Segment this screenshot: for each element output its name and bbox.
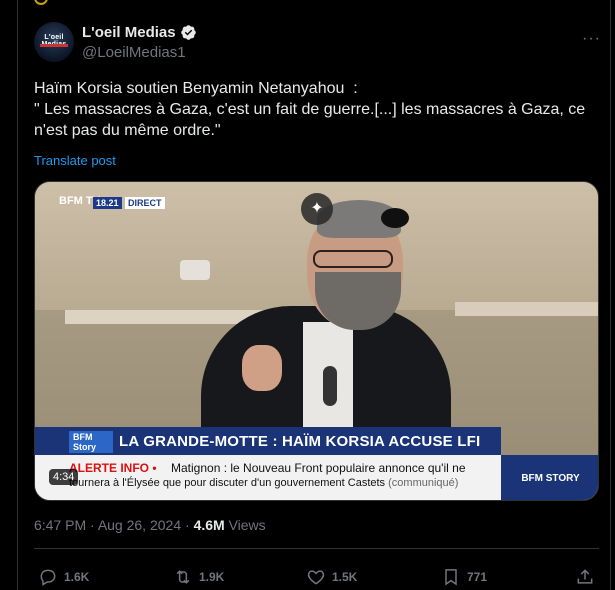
bookmark-count: 771 — [467, 570, 488, 584]
ticker-note: (communiqué) — [388, 477, 459, 489]
like-count: 1.5K — [332, 570, 358, 584]
post-text: Haïm Korsia soutien Benyamin Netanyahou … — [34, 78, 599, 141]
like-icon — [307, 570, 325, 585]
alert-label: ALERTE INFO • — [69, 461, 157, 475]
broadcast-time: 18.21 — [93, 197, 122, 209]
more-icon[interactable]: ··· — [582, 30, 601, 48]
live-badge: DIRECT — [125, 197, 165, 209]
verified-badge-icon — [180, 25, 196, 40]
avatar-logo-bar — [40, 44, 68, 47]
author-handle[interactable]: @LoeilMedias1 — [82, 44, 186, 61]
author-name-row[interactable]: L'oeil Medias — [82, 24, 197, 41]
reply-button[interactable]: 1.6K — [38, 567, 89, 587]
views-count: 4.6M — [193, 517, 225, 533]
speaker-hand — [242, 345, 282, 391]
meta-separator-2: · — [181, 517, 194, 533]
post-meta: 6:47 PM · Aug 26, 2024 · 4.6M Views — [34, 517, 266, 533]
microphone — [323, 366, 337, 406]
ticker-line-2: tournera à l'Élysée que pour discuter d'… — [69, 477, 458, 489]
video-security-camera — [180, 260, 210, 280]
alert-label-text: ALERTE INFO — [69, 461, 149, 475]
repost-button[interactable]: 1.9K — [173, 567, 224, 587]
reply-icon — [40, 569, 56, 586]
lower-third-headline: LA GRANDE-MOTTE : HAÏM KORSIA ACCUSE LFI — [119, 433, 481, 450]
post-text-line-2: " Les massacres à Gaza, c'est un fait de… — [34, 101, 590, 139]
share-button[interactable] — [575, 567, 595, 587]
sparkle-icon[interactable]: ✦ — [301, 193, 333, 225]
speaker-kippa — [381, 208, 409, 228]
bookmark-icon — [445, 569, 457, 586]
post-time[interactable]: 6:47 PM — [34, 517, 86, 533]
speaker-glasses — [313, 250, 393, 268]
previous-avatar-edge — [34, 0, 48, 5]
lower-third-tag: BFM Story — [69, 431, 113, 453]
avatar[interactable]: L'oeil Medias — [34, 22, 74, 62]
story-label: BFM STORY — [501, 455, 598, 500]
video-window-sill-right — [455, 302, 598, 316]
bookmark-button[interactable]: 771 — [441, 567, 487, 587]
ticker-line-1: Matignon : le Nouveau Front populaire an… — [171, 461, 466, 475]
repost-count: 1.9K — [199, 570, 225, 584]
column-border-right — [610, 0, 611, 590]
thread-line-left — [17, 0, 18, 590]
actions-divider — [34, 548, 599, 549]
meta-separator: · — [86, 517, 98, 533]
video-duration: 4:34 — [49, 469, 79, 485]
translate-post-link[interactable]: Translate post — [34, 153, 116, 168]
like-button[interactable]: 1.5K — [306, 567, 357, 587]
share-icon — [577, 569, 593, 584]
views-label: Views — [228, 517, 266, 533]
post-date[interactable]: Aug 26, 2024 — [98, 517, 181, 533]
post-text-line-1: Haïm Korsia soutien Benyamin Netanyahou … — [34, 80, 358, 97]
repost-icon — [176, 570, 190, 584]
video-player[interactable]: BFM TV. 18.21 DIRECT ✦ BFM Story LA GRAN… — [34, 181, 599, 501]
ticker-line-2-text: tournera à l'Élysée que pour discuter d'… — [69, 477, 386, 489]
author-name[interactable]: L'oeil Medias — [82, 24, 176, 41]
reply-count: 1.6K — [64, 570, 90, 584]
